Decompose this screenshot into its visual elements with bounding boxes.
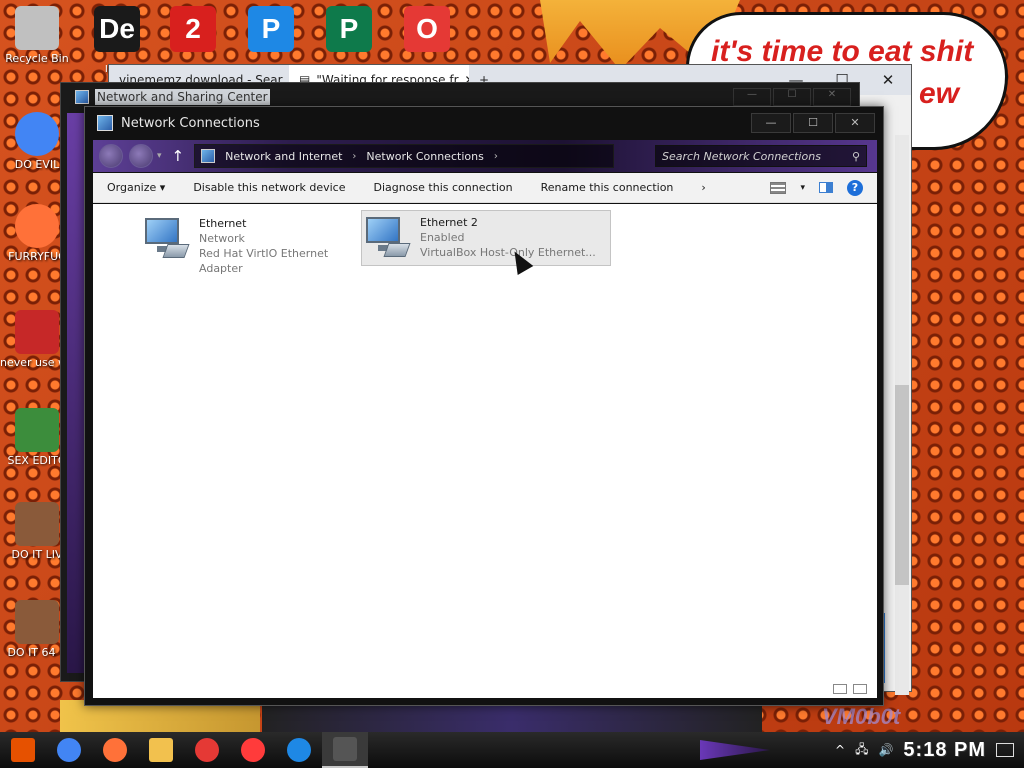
back-button[interactable] <box>99 144 123 168</box>
connection-device: Red Hat VirtIO Ethernet Adapter <box>199 247 329 275</box>
chrome-icon <box>57 738 81 762</box>
wallpaper-watermark: VM0b0t <box>822 704 901 729</box>
tray-network-icon[interactable]: 🖧 <box>855 740 868 761</box>
publisher-icon: P <box>326 6 372 52</box>
close-button[interactable]: ✕ <box>835 113 875 133</box>
maximize-button[interactable]: ☐ <box>793 113 833 133</box>
edge-icon <box>287 738 311 762</box>
connection-name: Ethernet <box>199 217 247 230</box>
speech-text-2: ew <box>919 77 960 110</box>
desktop-icon-recycle-bin[interactable]: Recycle Bin <box>0 6 74 65</box>
diagnose-connection-button[interactable]: Diagnose this connection <box>359 181 526 194</box>
connection-name: Ethernet 2 <box>420 216 478 229</box>
hxd-icon <box>15 408 59 452</box>
dezeen-icon: De <box>94 6 140 52</box>
opera-gx-icon <box>241 738 265 762</box>
taskbar-decoration <box>700 740 770 760</box>
up-arrow-icon[interactable]: ↑ <box>172 147 185 165</box>
network-connections-icon <box>97 115 113 131</box>
chrome-icon <box>15 112 59 156</box>
breadcrumb-separator-icon[interactable]: › <box>494 151 498 162</box>
portrait64-icon <box>15 600 59 644</box>
desktop-icon-publisher[interactable]: PI LOVE <box>326 6 380 75</box>
nsc-minimize-button[interactable]: — <box>733 88 771 106</box>
taskbar-start[interactable] <box>0 732 46 768</box>
disable-device-button[interactable]: Disable this network device <box>179 181 359 194</box>
action-center-icon[interactable] <box>996 743 1014 757</box>
desktop-icon-pencil[interactable]: PPencil right <box>247 6 303 75</box>
window-titlebar[interactable]: Network Connections — ☐ ✕ <box>85 107 883 139</box>
network-adapter-icon <box>366 215 414 261</box>
taskbar-clock[interactable]: 5:18 PM <box>903 739 986 762</box>
network-connections-window[interactable]: Network Connections — ☐ ✕ ▾ ↑ Network an… <box>84 106 884 706</box>
view-dropdown-icon[interactable]: ▾ <box>800 183 805 193</box>
command-bar: Organize ▾ Disable this network device D… <box>93 173 877 203</box>
taskbar-explorer[interactable] <box>138 732 184 768</box>
recycled2-icon: 2 <box>170 6 216 52</box>
large-icons-view-icon[interactable] <box>853 684 867 694</box>
tray-volume-icon[interactable]: 🔊 <box>878 743 893 757</box>
preview-pane-icon[interactable] <box>819 182 833 193</box>
breadcrumb-separator-icon[interactable]: › <box>352 151 356 162</box>
connections-list[interactable]: Ethernet Network Red Hat VirtIO Ethernet… <box>93 204 877 698</box>
organize-button[interactable]: Organize ▾ <box>93 181 179 194</box>
desktop-icon-label: Recycle Bin <box>5 52 69 65</box>
window-title: Network Connections <box>121 115 260 131</box>
nsc-maximize-button[interactable]: ☐ <box>773 88 811 106</box>
browser-scrollbar[interactable] <box>895 135 909 695</box>
minimize-button[interactable]: — <box>751 113 791 133</box>
breadcrumb[interactable]: Network and Internet › Network Connectio… <box>194 144 615 168</box>
connection-ethernet[interactable]: Ethernet Network Red Hat VirtIO Ethernet… <box>141 212 367 275</box>
view-mode-switch <box>833 684 867 694</box>
portrait-icon <box>15 502 59 546</box>
scrollbar-thumb[interactable] <box>895 385 909 585</box>
taskbar-opera-gx[interactable] <box>230 732 276 768</box>
details-view-icon[interactable] <box>833 684 847 694</box>
opera-icon <box>195 738 219 762</box>
change-view-icon[interactable] <box>770 181 787 194</box>
search-input[interactable]: Search Network Connections ⚲ <box>655 145 867 167</box>
recycle-bin-icon <box>15 6 59 50</box>
network-adapter-icon <box>145 216 193 262</box>
recent-locations-dropdown[interactable]: ▾ <box>157 151 162 161</box>
breadcrumb-network-and-internet[interactable]: Network and Internet <box>225 150 342 163</box>
pencil-icon: P <box>248 6 294 52</box>
address-bar: ▾ ↑ Network and Internet › Network Conne… <box>93 140 877 172</box>
more-commands-chevron-icon[interactable]: › <box>687 181 719 194</box>
network-icon <box>75 90 89 104</box>
desktop-icon-dezeen[interactable]: DeI LOVE <box>94 6 148 75</box>
opera-icon: O <box>404 6 450 52</box>
nsc-title: Network and Sharing Center <box>95 89 270 105</box>
connection-ethernet-2[interactable]: Ethernet 2 Enabled VirtualBox Host-Only … <box>361 210 611 266</box>
desktop-icon-recycled2[interactable]: 2Recycled 2 <box>170 6 224 75</box>
taskbar: ^ 🖧 🔊 5:18 PM <box>0 732 1024 768</box>
search-placeholder: Search Network Connections <box>662 149 821 163</box>
taskbar-opera[interactable] <box>184 732 230 768</box>
rename-connection-button[interactable]: Rename this connection <box>527 181 688 194</box>
taskbar-network[interactable] <box>322 732 368 768</box>
tray-overflow-icon[interactable]: ^ <box>835 743 845 757</box>
forward-button[interactable] <box>129 144 153 168</box>
help-icon[interactable]: ? <box>847 179 863 196</box>
taskbar-firefox[interactable] <box>92 732 138 768</box>
taskbar-edge[interactable] <box>276 732 322 768</box>
firefox-icon <box>103 738 127 762</box>
start-icon <box>11 738 35 762</box>
search-icon[interactable]: ⚲ <box>852 150 860 163</box>
connection-status: Network <box>199 232 245 245</box>
taskbar-chrome[interactable] <box>46 732 92 768</box>
nsc-close-button[interactable]: ✕ <box>813 88 851 106</box>
devcpp-icon <box>15 310 59 354</box>
connection-status: Enabled <box>420 231 465 244</box>
control-panel-icon <box>201 149 216 163</box>
desktop-icon-opera[interactable]: OOpera GX <box>404 6 458 75</box>
explorer-icon <box>149 738 173 762</box>
firefox-icon <box>15 204 59 248</box>
breadcrumb-network-connections[interactable]: Network Connections <box>366 150 483 163</box>
system-tray: ^ 🖧 🔊 5:18 PM <box>835 739 1024 762</box>
network-icon <box>333 737 357 761</box>
browser-close-button[interactable]: ✕ <box>865 71 911 89</box>
